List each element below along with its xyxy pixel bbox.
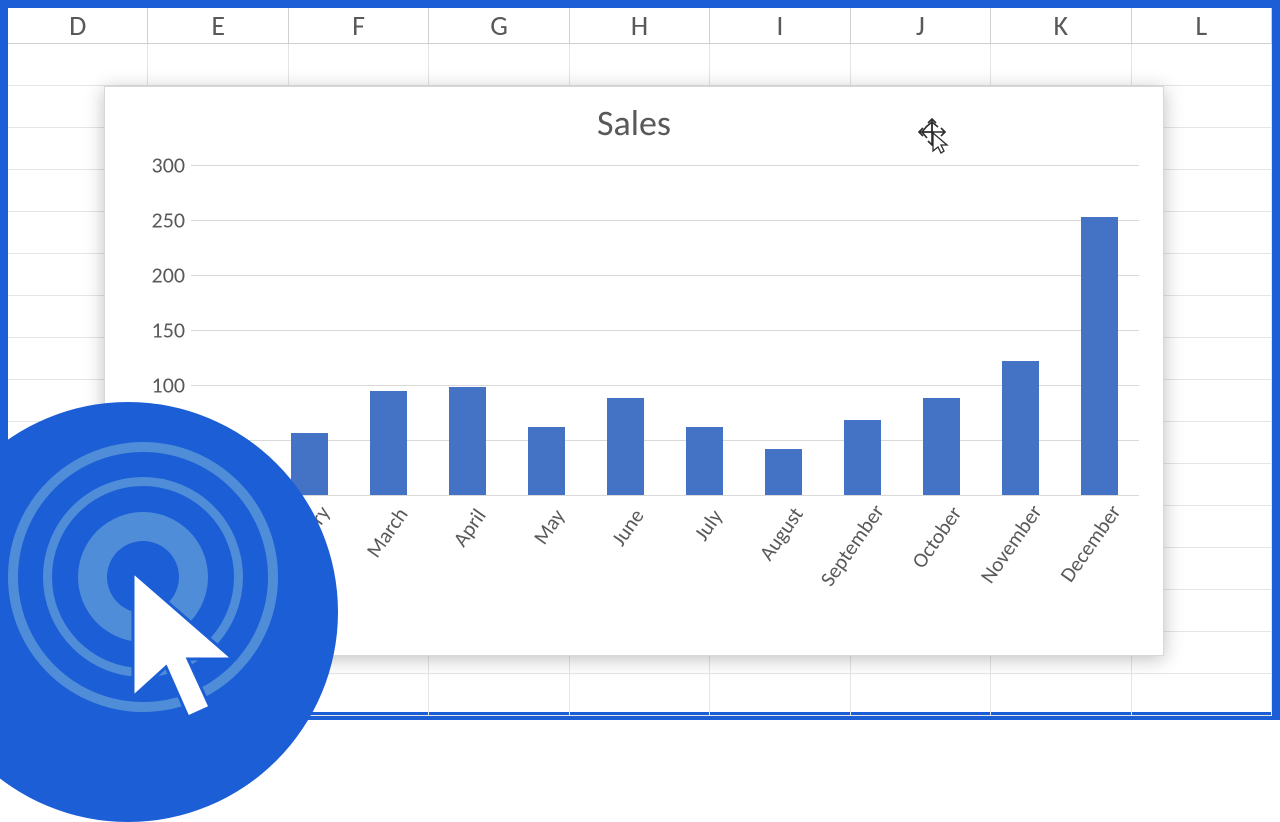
x-tick-label: August bbox=[753, 502, 808, 565]
bar[interactable] bbox=[370, 391, 406, 496]
x-tick-label: September bbox=[814, 499, 889, 591]
x-tick-label: October bbox=[906, 501, 967, 573]
bar[interactable] bbox=[449, 387, 485, 495]
x-tick-label: November bbox=[974, 500, 1047, 589]
col-header[interactable]: L bbox=[1132, 8, 1272, 43]
x-tick-label: March bbox=[360, 502, 413, 562]
column-headers-row: D E F G H I J K L bbox=[8, 8, 1272, 44]
cursor-arrow-icon bbox=[128, 567, 278, 737]
col-header[interactable]: D bbox=[8, 8, 148, 43]
col-header[interactable]: I bbox=[710, 8, 850, 43]
y-tick-label: 100 bbox=[123, 372, 185, 399]
bar[interactable] bbox=[844, 420, 880, 495]
bar[interactable] bbox=[528, 427, 564, 495]
x-tick-label: December bbox=[1054, 500, 1126, 587]
bar[interactable] bbox=[291, 433, 327, 495]
col-header[interactable]: J bbox=[851, 8, 991, 43]
bars-container bbox=[191, 165, 1139, 495]
chart-title[interactable]: Sales bbox=[105, 87, 1163, 151]
move-cursor-icon bbox=[918, 118, 958, 158]
col-header[interactable]: E bbox=[148, 8, 288, 43]
col-header[interactable]: K bbox=[991, 8, 1131, 43]
bar[interactable] bbox=[1002, 361, 1038, 495]
bar[interactable] bbox=[765, 449, 801, 495]
y-tick-label: 150 bbox=[123, 317, 185, 344]
bar[interactable] bbox=[686, 427, 722, 495]
y-tick-label: 200 bbox=[123, 262, 185, 289]
bar[interactable] bbox=[607, 398, 643, 495]
col-header[interactable]: F bbox=[289, 8, 429, 43]
plot-area[interactable]: 050100150200250300 bbox=[191, 165, 1139, 495]
x-tick-label: April bbox=[447, 504, 491, 552]
x-tick-label: May bbox=[527, 504, 570, 549]
x-tick-label: June bbox=[605, 504, 649, 551]
y-tick-label: 300 bbox=[123, 152, 185, 179]
y-tick-label: 250 bbox=[123, 207, 185, 234]
col-header[interactable]: G bbox=[429, 8, 569, 43]
bar[interactable] bbox=[1081, 217, 1117, 495]
bar[interactable] bbox=[923, 398, 959, 495]
x-tick-label: July bbox=[688, 504, 728, 545]
col-header[interactable]: H bbox=[570, 8, 710, 43]
